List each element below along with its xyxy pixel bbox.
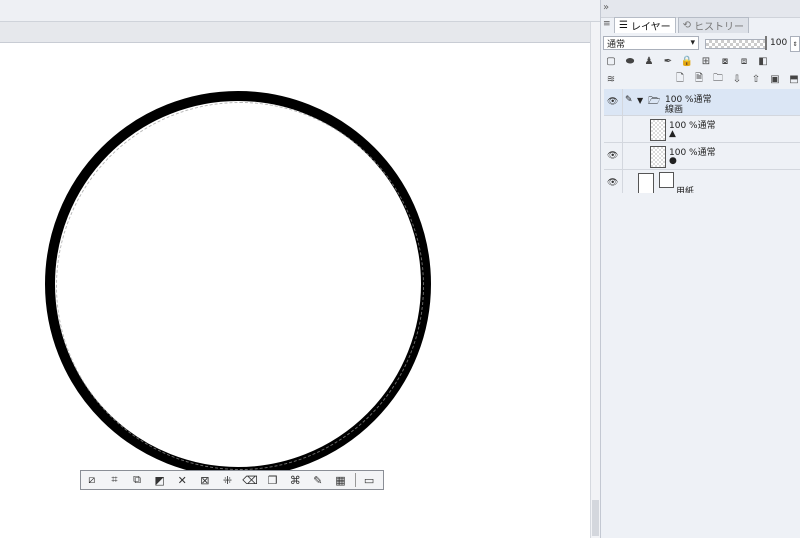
eye-icon[interactable]: 👁 (607, 97, 618, 107)
move-up-icon[interactable]: ⇧ (748, 73, 764, 87)
folder-icon: 🗁 (648, 96, 661, 107)
lock-icon[interactable]: 🔒 (679, 55, 695, 69)
lock-transparent-icon[interactable]: ⊞ (698, 55, 714, 69)
pen-icon[interactable]: ✒ (660, 55, 676, 69)
scrollbar-thumb[interactable] (592, 500, 599, 536)
opacity-stepper[interactable]: ⇕ (790, 36, 800, 52)
layer-name-label: 線画 (665, 105, 684, 115)
fill-icon[interactable]: ✎ (309, 472, 327, 488)
transform-icon[interactable]: ⊠ (196, 472, 214, 488)
selection-marquee (56, 102, 424, 470)
copy-paste-icon[interactable]: ❐ (264, 472, 282, 488)
new-folder-icon[interactable]: 🗀 (710, 73, 726, 87)
layer-property-row: ▢ ⬬ ♟ ✒ 🔒 ⊞ ⧇ ⧈ ◧ (603, 53, 774, 70)
mask-icon[interactable]: ▣ (767, 73, 783, 87)
layer-list: 👁 ✎ ▼ 🗁 100 %通常 線画 100 %通常 ▲ 👁 100 %通常 ●… (604, 89, 800, 199)
grid-icon[interactable]: ▦ (332, 472, 350, 488)
color-swatch-icon[interactable]: ▢ (603, 55, 619, 69)
deselect-icon[interactable]: ⧄ (83, 472, 101, 488)
layer-thumbnail (650, 146, 666, 168)
invert-icon[interactable]: ⧉ (128, 472, 146, 488)
expand-icon[interactable]: ◩ (151, 472, 169, 488)
history-icon: ⟲ (682, 20, 692, 31)
figure-icon[interactable]: ♟ (641, 55, 657, 69)
layer-name-label: ● (669, 156, 677, 166)
scale-icon[interactable]: ⁜ (219, 472, 237, 488)
layer-row-folder[interactable]: 👁 ✎ ▼ 🗁 100 %通常 線画 (604, 89, 800, 116)
title-bar (0, 0, 600, 22)
layer-row-circle[interactable]: 👁 100 %通常 ● (604, 143, 800, 170)
chevron-down-icon[interactable]: ▼ (637, 96, 643, 105)
layer-divider (622, 116, 623, 142)
tab-layer[interactable]: ☰ レイヤー (614, 17, 676, 33)
move-down-icon[interactable]: ⇩ (729, 73, 745, 87)
layer-divider (622, 143, 623, 169)
paper-layer-icon (659, 172, 674, 188)
crop-icon[interactable]: ⌗ (106, 472, 124, 488)
reference-icon[interactable]: ⧈ (736, 55, 752, 69)
selection-launcher-toolbar: ⧄ ⌗ ⧉ ◩ ✕ ⊠ ⁜ ⌫ ❐ ⌘ ✎ ▦ ▭ (80, 470, 384, 490)
layer-color-icon[interactable]: ◧ (755, 55, 771, 69)
pen-icon[interactable]: ✎ (625, 95, 633, 105)
layer-row-triangle[interactable]: 100 %通常 ▲ (604, 116, 800, 143)
layer-stack-icon[interactable]: ≋ (603, 73, 619, 87)
panel-header (601, 0, 800, 18)
panel-tabs: ☰ レイヤー ⟲ ヒストリー (614, 17, 800, 34)
eye-icon[interactable]: 👁 (607, 151, 618, 161)
canvas-tab-bar (0, 22, 590, 43)
settings-icon[interactable]: ▭ (360, 472, 378, 488)
layer-list-empty-area (604, 193, 800, 538)
free-transform-icon[interactable]: ⌘ (286, 472, 304, 488)
panel-menu-icon[interactable]: ≡ (603, 19, 611, 29)
layer-command-row: ≋ 🗋 🗎 🗀 ⇩ ⇧ ▣ ⬒ 🗑 (603, 71, 800, 88)
eye-icon[interactable]: 👁 (607, 178, 618, 188)
shrink-icon[interactable]: ✕ (173, 472, 191, 488)
chevron-down-icon: ▾ (690, 38, 695, 48)
clipping-icon[interactable]: ⧇ (717, 55, 733, 69)
expression-color-icon[interactable]: ⬬ (622, 55, 638, 69)
paper-thumbnail (638, 173, 654, 195)
opacity-slider[interactable] (705, 39, 767, 49)
new-vector-layer-icon[interactable]: 🗎 (691, 73, 707, 87)
clear-icon[interactable]: ⌫ (241, 472, 259, 488)
blend-mode-select[interactable]: 通常 ▾ (603, 36, 699, 50)
opacity-slider-handle[interactable] (765, 36, 767, 50)
new-raster-layer-icon[interactable]: 🗋 (672, 73, 688, 87)
tab-history[interactable]: ⟲ ヒストリー (677, 17, 750, 33)
layer-name-label: ▲ (669, 129, 676, 139)
merge-icon[interactable]: ⬒ (786, 73, 800, 87)
opacity-value: 100 (770, 38, 788, 48)
layer-divider (622, 89, 623, 115)
layer-thumbnail (650, 119, 666, 141)
collapse-icon[interactable]: » (603, 2, 609, 13)
toolbar-separator (355, 473, 357, 487)
layers-icon: ☰ (619, 20, 628, 31)
